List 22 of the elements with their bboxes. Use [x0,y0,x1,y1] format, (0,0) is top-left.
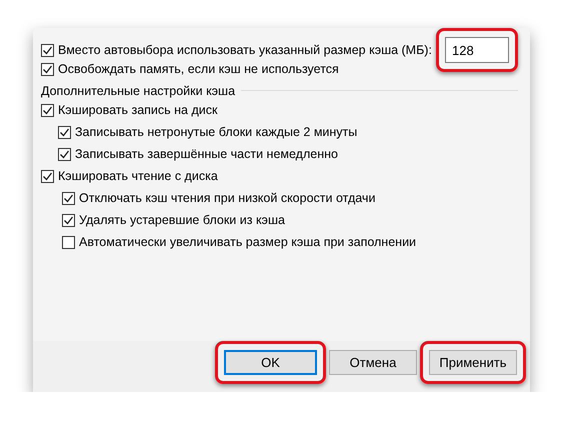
cache-size-field[interactable]: 128 [445,37,509,63]
checkbox-label: Удалять устаревшие блоки из кэша [79,212,285,229]
dialog-button[interactable]: Отмена [329,350,417,375]
checkbox-label: Записывать нетронутые блоки каждые 2 минуты [75,124,358,141]
checkbox-label: Кэшировать запись на диск [58,102,218,119]
dialog-button[interactable]: Применить [429,350,517,375]
checkbox-label: Кэшировать чтение с диска [58,168,218,185]
checkbox-label: Освобождать память, если кэш не используется [58,60,339,78]
checkbox-label: Отключать кэш чтения при низкой скорости отдачи [79,190,376,207]
checkbox[interactable] [41,104,54,116]
checkbox-label: Записывать завершённые части немедленно [75,146,338,163]
checkbox[interactable] [41,62,54,76]
ok-button[interactable]: OK [224,350,317,375]
checkbox[interactable] [62,214,75,226]
checkbox[interactable] [58,126,71,138]
checkbox[interactable] [62,192,75,204]
checkbox[interactable] [58,148,71,160]
checkbox[interactable] [41,44,54,56]
checkbox[interactable] [41,170,54,182]
checkbox-label: Вместо автовыбора использовать указанный размер кэша (МБ): [58,42,432,59]
checkbox[interactable] [62,236,75,248]
checkbox-label: Автоматически увеличивать размер кэша при заполнении [79,234,416,251]
